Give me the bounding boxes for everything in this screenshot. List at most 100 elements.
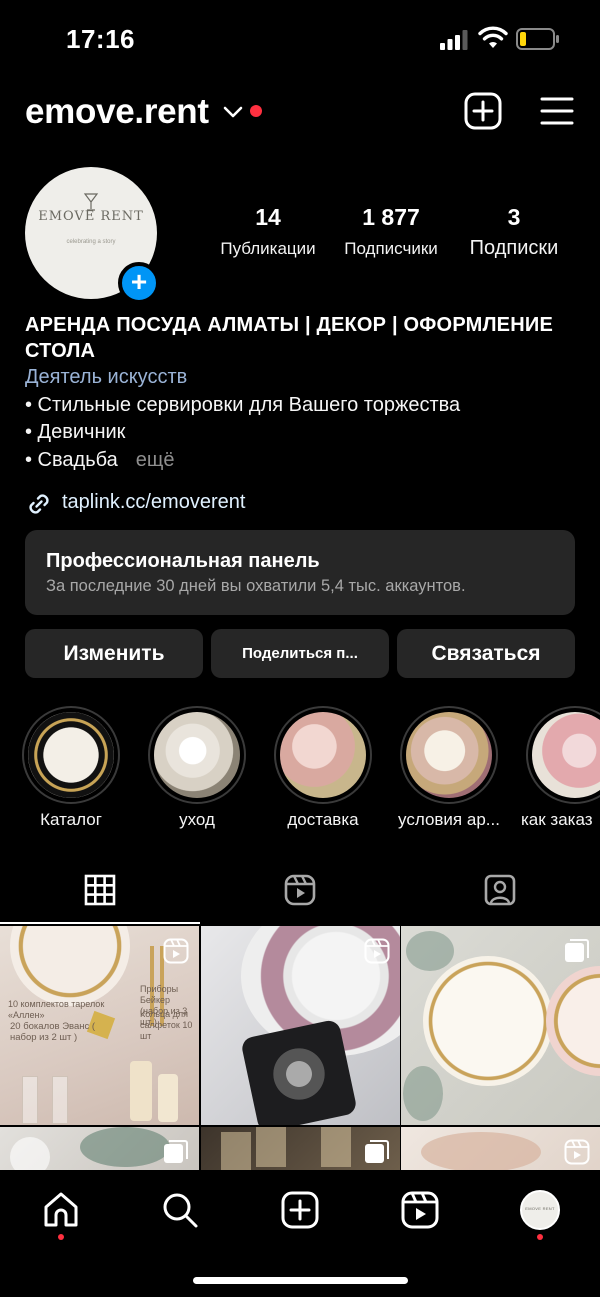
add-story-button[interactable]: + [118,262,160,304]
candle-image [158,1074,178,1122]
highlight-rental-terms[interactable]: условия ар... [398,706,500,830]
post-caption-text: Кольца для салфеток 10 шт [140,1009,193,1041]
post-thumbnail[interactable]: 10 комплектов тарелок «Аллен» Приборы Бе… [0,926,199,1125]
bio-line: • Стильные сервировки для Вашего торжест… [25,394,461,416]
highlight-cover [532,712,600,798]
post-caption-text: 20 бокалов Эванс ( набор из 2 шт ) [10,1021,96,1043]
bio-more-link[interactable]: ещё [136,449,175,471]
eucalyptus-image [406,931,454,971]
highlight-ring [148,706,246,804]
stat-following-value: 3 [507,204,521,230]
tab-reels[interactable] [200,862,400,924]
highlight-label: доставка [287,810,359,829]
stat-posts-value: 14 [255,204,281,230]
profile-nav-logo: EMOVE RENT [525,1206,555,1211]
carousel-badge-icon [164,1140,188,1163]
highlight-care[interactable]: уход [147,706,247,830]
home-notification-dot [58,1234,64,1240]
glass-image [221,1132,251,1172]
reels-nav-icon[interactable] [400,1190,440,1230]
stat-posts-label: Публикации [220,239,316,258]
highlight-cover [28,712,114,798]
stat-following[interactable]: 3 Подписки [458,204,570,260]
new-post-icon[interactable] [280,1190,320,1230]
stat-followers[interactable]: 1 877 Подписчики [334,204,448,259]
glass-image [22,1076,38,1124]
menu-icon[interactable] [540,96,574,126]
plate-image [423,956,553,1086]
highlight-label: Каталог [40,810,102,829]
status-time: 17:16 [66,24,135,54]
plate-image [546,966,600,1076]
stat-posts[interactable]: 14 Публикации [210,204,326,259]
post-thumbnail[interactable] [201,926,400,1125]
post-caption-text: 10 комплектов тарелок «Аллен» [8,999,105,1020]
edit-profile-button[interactable]: Изменить [25,629,203,678]
link-icon [29,494,49,514]
reel-badge-icon [364,938,390,964]
notification-dot [250,105,262,117]
share-profile-button[interactable]: Поделиться п... [211,629,389,678]
highlight-cover [280,712,366,798]
glass-image [321,1127,351,1167]
bio-link-text: taplink.cc/emoverent [62,491,246,513]
bio-line-text: • Свадьба [25,449,118,471]
phone-screen-image [269,1044,329,1104]
highlight-ring [526,706,600,804]
stat-followers-value: 1 877 [362,204,420,230]
signal-icon [440,30,468,50]
profile-notification-dot [537,1234,543,1240]
reel-badge-icon [163,938,189,964]
highlight-cover [154,712,240,798]
avatar-logo-tagline: celebrating a story [66,239,116,245]
bio-name: АРЕНДА ПОСУДА АЛМАТЫ | ДЕКОР | ОФОРМЛЕНИ… [25,314,553,362]
highlight-how-to-order[interactable]: как заказ [521,706,600,830]
reels-icon [284,874,316,906]
home-icon[interactable] [41,1190,81,1230]
tab-posts-grid[interactable] [0,862,200,924]
glass-image [256,1127,286,1167]
add-post-icon[interactable] [464,92,502,130]
highlight-ring [22,706,120,804]
carousel-badge-icon [365,1140,389,1163]
professional-dashboard[interactable]: Профессиональная панель За последние 30 … [25,530,575,615]
eucalyptus-image [403,1066,443,1121]
post-thumbnail[interactable] [401,926,600,1125]
highlight-catalog[interactable]: Каталог [21,706,121,830]
plate-image [10,926,130,1006]
pro-panel-subtitle: За последние 30 дней вы охватили 5,4 тыс… [46,577,466,595]
wifi-icon [478,26,508,48]
reel-badge-icon [564,1139,590,1165]
stat-following-label: Подписки [469,237,559,259]
highlight-label: условия ар... [398,810,500,829]
pro-panel-title: Профессиональная панель [46,550,320,572]
candle-image [130,1061,152,1121]
chevron-down-icon[interactable] [222,104,244,120]
battery-icon [516,28,559,50]
contact-button[interactable]: Связаться [397,629,575,678]
highlight-delivery[interactable]: доставка [273,706,373,830]
bio-line: • Девичник [25,421,126,443]
grid-icon [84,874,116,906]
eucalyptus-image [80,1127,170,1167]
profile-nav-avatar[interactable]: EMOVE RENT [520,1190,560,1230]
stat-followers-label: Подписчики [344,239,438,258]
highlight-ring [274,706,372,804]
bio-line: • Свадьба ещё [25,449,174,472]
highlight-label: уход [179,810,215,829]
glass-image [52,1076,68,1124]
home-indicator[interactable] [193,1277,408,1284]
bio-category: Деятель искусств [25,366,188,388]
profile-header: emove.rent [0,84,600,140]
account-switcher-username[interactable]: emove.rent [25,92,209,132]
carousel-badge-icon [565,939,589,962]
avatar-logo-text: EMOVE RENT [38,209,144,224]
highlight-cover [406,712,492,798]
tab-tagged[interactable] [400,862,600,924]
search-icon[interactable] [160,1190,200,1230]
highlight-ring [400,706,498,804]
status-bar: 17:16 [0,0,600,80]
highlight-label: как заказ [521,810,593,829]
fabric-image [421,1132,541,1172]
tagged-icon [484,874,516,906]
